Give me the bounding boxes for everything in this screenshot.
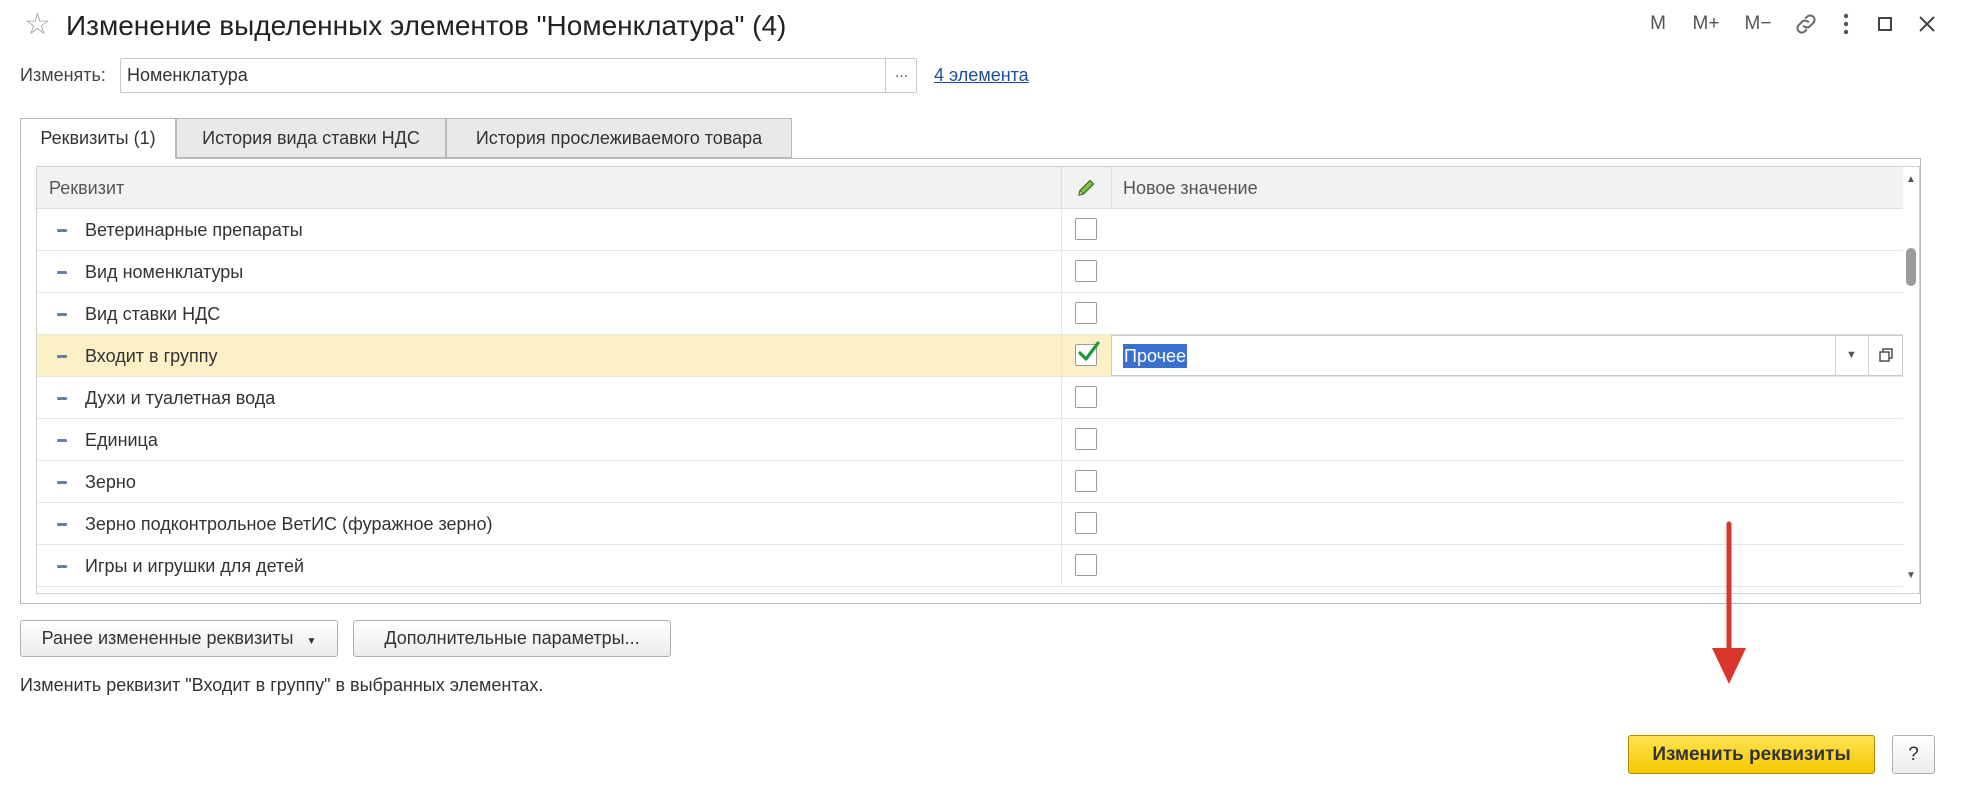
close-icon[interactable] xyxy=(1910,8,1944,40)
column-header-new-value[interactable]: Новое значение xyxy=(1123,176,1258,200)
table-row[interactable]: Духи и туалетная вода xyxy=(37,377,1903,419)
scrollbar-thumb[interactable] xyxy=(1906,248,1916,286)
window-title: Изменение выделенных элементов "Номенкла… xyxy=(66,10,787,41)
change-checkbox-cell xyxy=(1061,251,1111,292)
column-separator xyxy=(1061,545,1062,586)
table-row[interactable]: Вид ставки НДС xyxy=(37,293,1903,335)
column-separator xyxy=(1061,293,1062,334)
column-separator xyxy=(1061,461,1062,502)
change-checkbox-cell xyxy=(1061,545,1111,586)
column-header-attribute[interactable]: Реквизит xyxy=(49,176,124,200)
help-button[interactable]: ? xyxy=(1892,735,1935,774)
pencil-icon xyxy=(1078,179,1095,196)
change-label: Изменять: xyxy=(20,65,106,85)
table-row[interactable]: Вид номенклатуры xyxy=(37,251,1903,293)
extra-params-button[interactable]: Дополнительные параметры... xyxy=(353,620,671,657)
attribute-item-icon xyxy=(57,355,67,358)
column-separator xyxy=(1061,335,1062,376)
attribute-name: Вид номенклатуры xyxy=(85,262,244,282)
change-checkbox-cell xyxy=(1061,503,1111,544)
column-separator xyxy=(1061,419,1062,460)
link-icon[interactable] xyxy=(1790,8,1822,40)
attribute-name: Игры и игрушки для детей xyxy=(85,556,305,576)
table-row[interactable]: Игры и игрушки для детей xyxy=(37,545,1903,587)
column-separator xyxy=(1061,209,1062,250)
open-value-icon[interactable] xyxy=(1868,336,1902,375)
attribute-item-icon xyxy=(57,439,67,442)
checkmark-icon xyxy=(1078,341,1100,361)
table-scrollbar[interactable] xyxy=(1903,167,1919,593)
more-vertical-icon[interactable] xyxy=(1834,8,1858,40)
tab-tracked-goods-history[interactable]: История прослеживаемого товара xyxy=(446,118,792,158)
table-row[interactable]: Единица xyxy=(37,419,1903,461)
scroll-up-icon[interactable]: ▲ xyxy=(1903,172,1919,188)
change-checkbox[interactable] xyxy=(1075,260,1097,282)
change-checkbox-cell xyxy=(1061,461,1111,502)
change-checkbox[interactable] xyxy=(1075,386,1097,408)
apply-changes-button[interactable]: Изменить реквизиты xyxy=(1628,735,1875,774)
table-header xyxy=(37,167,1903,209)
attribute-name: Зерно xyxy=(85,472,136,492)
change-checkbox-cell xyxy=(1061,419,1111,460)
attribute-name: Входит в группу xyxy=(85,346,218,366)
tab-vat-rate-history[interactable]: История вида ставки НДС xyxy=(176,118,446,158)
attribute-name: Ветеринарные препараты xyxy=(85,220,303,240)
previous-attributes-button[interactable]: Ранее измененные реквизиты ▼ xyxy=(20,620,338,657)
change-checkbox[interactable] xyxy=(1075,218,1097,240)
chevron-down-icon: ▼ xyxy=(306,636,317,647)
scroll-down-icon[interactable]: ▼ xyxy=(1903,568,1919,584)
table-row[interactable]: Зерно подконтрольное ВетИС (фуражное зер… xyxy=(37,503,1903,545)
column-separator xyxy=(1061,251,1062,292)
dropdown-chevron-icon[interactable]: ▼ xyxy=(1835,336,1867,375)
change-checkbox-cell xyxy=(1061,209,1111,250)
attribute-item-icon xyxy=(57,313,67,316)
memory-plus-button[interactable]: M+ xyxy=(1684,8,1728,40)
memory-button-m[interactable]: M xyxy=(1640,8,1676,40)
attribute-name: Единица xyxy=(85,430,158,450)
change-object-value: Номенклатура xyxy=(127,65,248,85)
table-row[interactable]: Ветеринарные препараты xyxy=(37,209,1903,251)
change-checkbox-cell xyxy=(1061,293,1111,334)
attribute-name: Духи и туалетная вода xyxy=(85,388,276,408)
column-separator xyxy=(1061,377,1062,418)
attribute-item-icon xyxy=(57,271,67,274)
attribute-item-icon xyxy=(57,523,67,526)
tab-attributes[interactable]: Реквизиты (1) xyxy=(20,118,176,159)
elements-count-link[interactable]: 4 элемента xyxy=(934,63,1029,87)
change-checkbox[interactable] xyxy=(1075,470,1097,492)
hint-text: Изменить реквизит "Входит в группу" в вы… xyxy=(20,675,544,695)
new-value-text: Прочее xyxy=(1123,344,1187,368)
attribute-name: Зерно подконтрольное ВетИС (фуражное зер… xyxy=(85,514,493,534)
attribute-item-icon xyxy=(57,481,67,484)
attribute-item-icon xyxy=(57,565,67,568)
column-header-edit[interactable] xyxy=(1061,167,1111,209)
change-checkbox[interactable] xyxy=(1075,512,1097,534)
change-checkbox[interactable] xyxy=(1075,428,1097,450)
change-checkbox-cell xyxy=(1061,377,1111,418)
column-separator xyxy=(1061,503,1062,544)
select-object-button[interactable]: ... xyxy=(885,58,917,93)
attribute-item-icon xyxy=(57,397,67,400)
column-separator xyxy=(1111,167,1112,209)
change-checkbox[interactable] xyxy=(1075,302,1097,324)
favorite-star-icon[interactable]: ☆ xyxy=(24,8,54,42)
maximize-icon[interactable] xyxy=(1870,8,1900,40)
table-row[interactable]: Входит в группу Прочее ▼ xyxy=(37,335,1903,377)
change-checkbox-cell xyxy=(1061,335,1111,376)
memory-minus-button[interactable]: M− xyxy=(1736,8,1780,40)
attribute-name: Вид ставки НДС xyxy=(85,304,221,324)
table-row[interactable]: Зерно xyxy=(37,461,1903,503)
previous-attributes-label: Ранее измененные реквизиты xyxy=(41,628,294,648)
change-checkbox[interactable] xyxy=(1075,554,1097,576)
annotation-arrow-icon xyxy=(1712,521,1746,684)
attribute-item-icon xyxy=(57,229,67,232)
new-value-input[interactable] xyxy=(1111,335,1903,376)
